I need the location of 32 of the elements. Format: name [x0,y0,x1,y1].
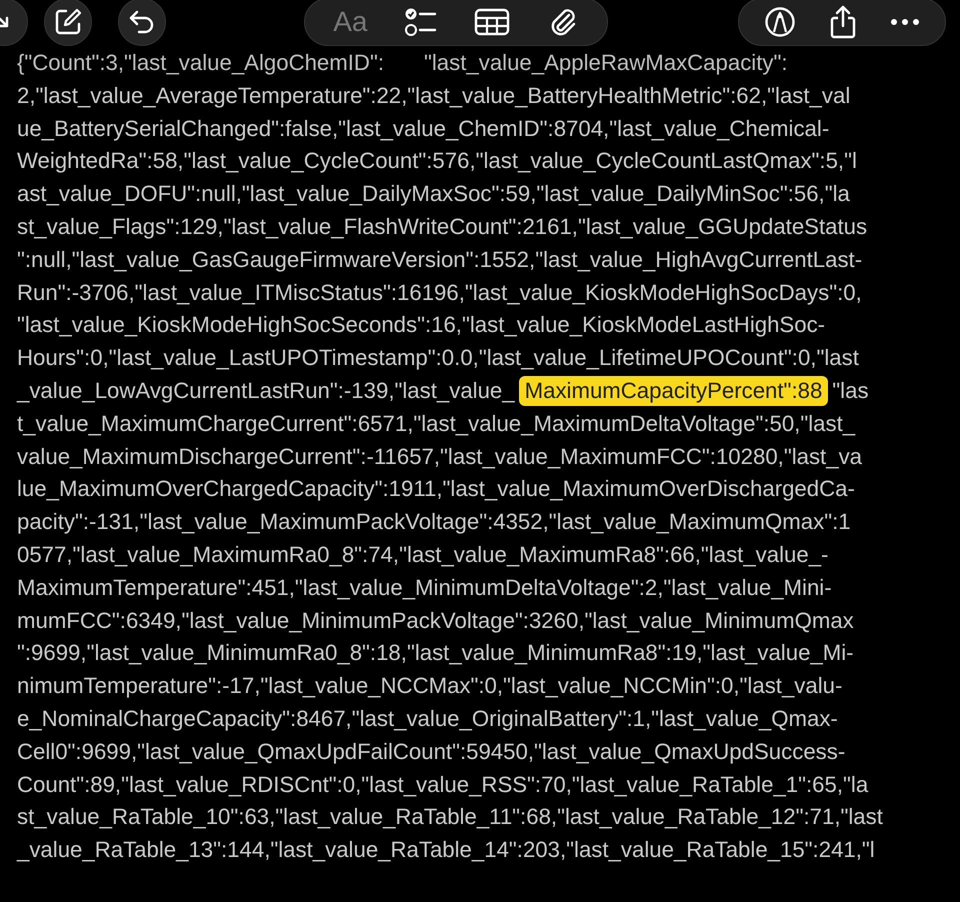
note-text: ast_value_DOFU":null,"last_value_DailyMaxSoc":59,"last_value_DailyMinSoc":56,"la [17,180,850,208]
undo-button[interactable] [118,0,166,46]
note-text: st_value_RaTable_10":63,"last_value_RaTable_11":68,"last_value_RaTable_12":71,"last [17,803,883,832]
search-highlight: MaximumCapacityPercent":88 [518,376,828,406]
note-text: {"Count":3,"last_value_AlgoChemID": [17,49,384,77]
note-text: ":9699,"last_value_MinimumRa0_8":18,"last_value_MinimumRa8":19,"last_value_Mi- [17,639,854,668]
note-text: value_MaximumDischargeCurrent":-11657,"last_value_MaximumFCC":10280,"last_va [17,442,862,471]
note-text: pacity":-131,"last_value_MaximumPackVoltage":4352,"last_value_MaximumQmax":1 [17,508,851,536]
note-text: mumFCC":6349,"last_value_MinimumPackVoltage":3260,"last_value_MinimumQmax [17,606,854,635]
note-text: e_NominalChargeCapacity":8467,"last_value_OriginalBattery":1,"last_value_Qmax- [17,704,838,733]
note-text: ":null,"last_value_GasGaugeFirmwareVersion":1552,"last_value_HighAvgCurrentLast- [17,246,862,274]
note-text: Run":-3706,"last_value_ITMiscStatus":16196,"last_value_KioskModeHighSocDays":0, [17,278,862,307]
compose-icon [53,7,83,37]
note-text: nimumTemperature":-17,"last_value_NCCMax":0,"last_value_NCCMin":0,"last_valu- [17,672,842,700]
note-text: ue_BatterySerialChanged":false,"last_value_ChemID":8704,"last_value_Chemical- [17,114,830,143]
note-text: t_value_MaximumChargeCurrent":6571,"last_value_MaximumDeltaVoltage":50,"last_ [17,410,856,438]
note-text: "last_value_KioskModeHighSocSeconds":16,"last_value_KioskModeLastHighSoc- [17,311,826,340]
note-text: _value_LowAvgCurrentLastRun":-139,"last_value_ [17,376,515,405]
note-text: Hours":0,"last_value_LastUPOTimestamp":0.0,"last_value_LifetimeUPOCount":0,"last [17,344,859,372]
note-text: _value_RaTable_13":144,"last_value_RaTable_14":203,"last_value_RaTable_15":241,"l [17,836,875,864]
note-text: WeightedRa":58,"last_value_CycleCount":576,"last_value_CycleCountLastQmax":5,"l [17,147,857,176]
note-text: Count":89,"last_value_RDISCnt":0,"last_value_RSS":70,"last_value_RaTable_1":65,"la [17,770,868,799]
format-button[interactable]: Aa [329,2,372,42]
note-text: st_value_Flags":129,"last_value_FlashWriteCount":2161,"last_value_GGUpdateStatus [17,212,868,241]
note-text: lue_MaximumOverChargedCapacity":1911,"last_value_MaximumOverDischargedCa- [17,475,855,504]
note-text: 2,"last_value_AverageTemperature":22,"last_value_BatteryHealthMetric":62,"last_val [17,82,850,110]
note-text: "last_value_AppleRawMaxCapacity": [424,49,788,77]
note-text: 0577,"last_value_MaximumRa0_8":74,"last_value_MaximumRa8":66,"last_value_- [17,540,828,569]
note-text: Cell0":9699,"last_value_QmaxUpdFailCount":59450,"last_value_QmaxUpdSuccess- [17,738,846,766]
note-text: MaximumTemperature":451,"last_value_MinimumDeltaVoltage":2,"last_value_Mini- [17,574,832,602]
note-text: "las [832,376,869,405]
compose-button[interactable] [44,0,92,46]
